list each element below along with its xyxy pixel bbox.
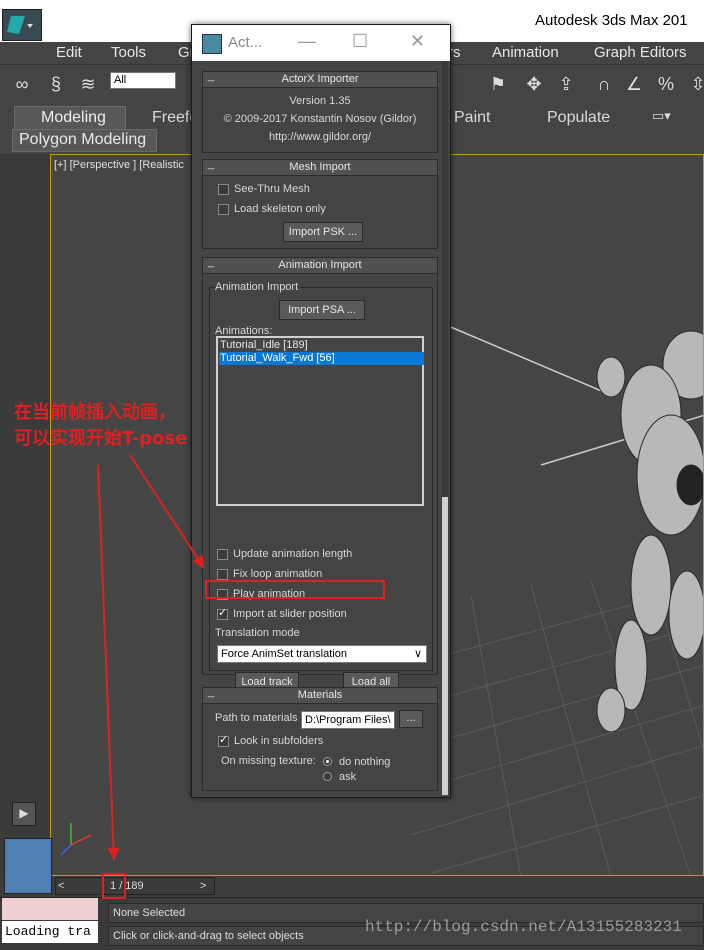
annotation-arrows: [97, 454, 205, 861]
